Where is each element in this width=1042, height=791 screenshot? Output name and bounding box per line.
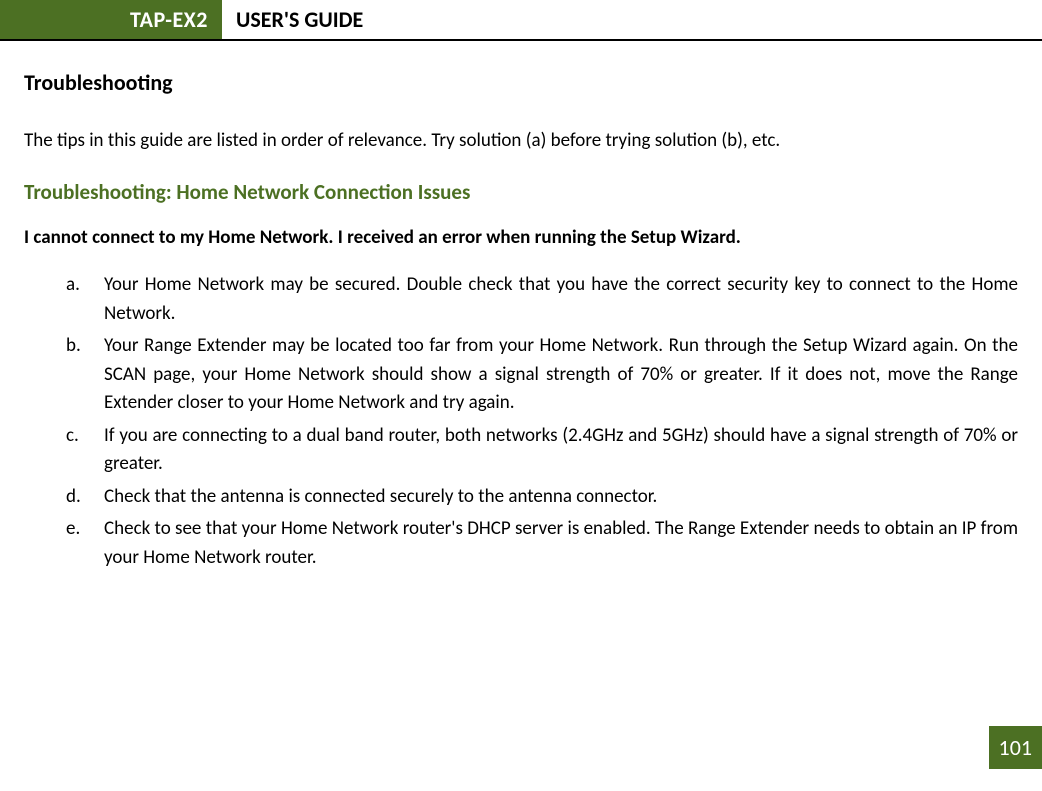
page-number: 101 [989,726,1042,769]
answer-list: a. Your Home Network may be secured. Dou… [24,271,1018,572]
list-item: a. Your Home Network may be secured. Dou… [66,271,1018,328]
list-text: Check to see that your Home Network rout… [104,517,1018,569]
list-marker: d. [66,483,81,512]
list-marker: c. [66,422,79,451]
document-title: USER'S GUIDE [222,0,377,39]
document-header: TAP-EX2 USER'S GUIDE [0,0,1042,41]
sub-heading: Troubleshooting: Home Network Connection… [24,179,1018,205]
list-item: e. Check to see that your Home Network r… [66,515,1018,572]
list-marker: a. [66,271,80,300]
page-content: Troubleshooting The tips in this guide a… [0,69,1042,572]
list-item: d. Check that the antenna is connected s… [66,483,1018,512]
list-item: c. If you are connecting to a dual band … [66,422,1018,479]
list-item: b. Your Range Extender may be located to… [66,332,1018,418]
list-text: Your Home Network may be secured. Double… [104,273,1018,325]
list-marker: b. [66,332,81,361]
section-heading: Troubleshooting [24,69,1018,96]
list-text: Check that the antenna is connected secu… [104,485,657,508]
list-text: If you are connecting to a dual band rou… [104,424,1018,476]
product-badge: TAP-EX2 [0,0,222,39]
troubleshooting-question: I cannot connect to my Home Network. I r… [24,225,1018,252]
list-marker: e. [66,515,80,544]
intro-paragraph: The tips in this guide are listed in ord… [24,128,1018,155]
list-text: Your Range Extender may be located too f… [104,334,1018,414]
